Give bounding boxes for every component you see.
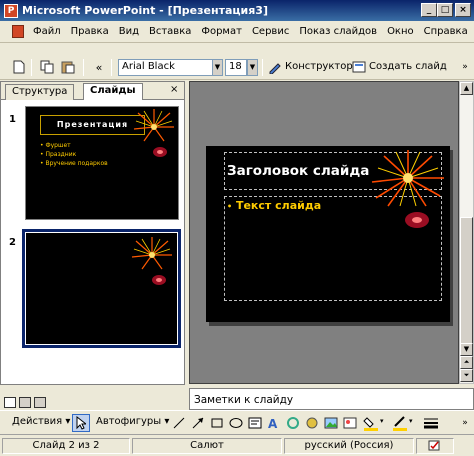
thumbnail-bullets: • Фуршет • Праздник • Вручение подарков: [40, 141, 108, 168]
menu-slideshow[interactable]: Показ слайдов: [294, 26, 382, 37]
firework-image: [133, 109, 174, 142]
glow-image: [153, 147, 167, 157]
toolbar-separator: [83, 59, 84, 76]
menu-view[interactable]: Вид: [114, 26, 144, 37]
svg-text:A: A: [268, 417, 278, 430]
list-item: • Фуршет: [40, 142, 71, 149]
rectangle-icon[interactable]: [208, 414, 226, 432]
autoshapes-menu[interactable]: Автофигуры ▾: [96, 416, 169, 427]
tab-outline[interactable]: Структура: [5, 84, 75, 100]
slide-number: 1: [9, 114, 16, 125]
line-icon[interactable]: [170, 414, 188, 432]
notes-field[interactable]: Заметки к слайду: [189, 388, 474, 410]
toolbar-separator: [262, 59, 263, 76]
language-indicator: русский (Россия): [284, 438, 414, 454]
formatting-toolbar: « Arial Black ▼ 18 ▼ Конструктор Создать…: [0, 55, 474, 80]
textbox-icon[interactable]: [246, 414, 264, 432]
pane-tabs: Структура Слайды ×: [1, 82, 184, 100]
line-style-icon[interactable]: [422, 414, 440, 432]
chevron-down-icon[interactable]: ▼: [212, 59, 223, 76]
normal-view-icon[interactable]: [4, 397, 16, 408]
menu-file[interactable]: Файл: [28, 26, 66, 37]
spelling-icon[interactable]: [416, 438, 454, 454]
document-icon[interactable]: [12, 25, 24, 38]
font-size-select[interactable]: 18: [225, 59, 247, 76]
window-title: Microsoft PowerPoint - [Презентация3]: [22, 4, 268, 17]
new-document-icon[interactable]: [10, 58, 28, 76]
new-slide-icon[interactable]: [350, 58, 368, 76]
slide-thumbnail-2[interactable]: [26, 233, 177, 344]
designer-icon[interactable]: [266, 58, 284, 76]
glow-image: [152, 275, 166, 285]
slideshow-icon[interactable]: [34, 397, 46, 408]
next-slide-icon[interactable]: ⏷: [460, 369, 473, 382]
maximize-button[interactable]: □: [437, 3, 453, 17]
diagram-icon[interactable]: [284, 414, 302, 432]
bullet-icon: •: [227, 202, 233, 211]
chevron-left-icon[interactable]: «: [90, 58, 108, 76]
firework-image: [131, 237, 172, 270]
actions-menu[interactable]: Действия ▾: [12, 416, 70, 427]
picture-icon[interactable]: [322, 414, 340, 432]
powerpoint-app-icon[interactable]: P: [4, 3, 18, 18]
toolbar-options-icon[interactable]: »: [456, 58, 474, 76]
slide-counter: Слайд 2 из 2: [2, 438, 130, 454]
close-button[interactable]: ×: [455, 3, 471, 17]
toolbar-options-icon[interactable]: »: [456, 414, 474, 432]
current-slide[interactable]: Заголовок слайда • Текст слайда: [206, 146, 450, 322]
image-icon[interactable]: [341, 414, 359, 432]
scroll-up-icon[interactable]: ▲: [460, 82, 473, 95]
designer-button[interactable]: Конструктор: [285, 61, 353, 72]
slide-editor: Заголовок слайда • Текст слайда: [189, 81, 459, 384]
title-bar: P Microsoft PowerPoint - [Презентация3] …: [0, 0, 474, 21]
menu-bar: Файл Правка Вид Вставка Формат Сервис По…: [0, 21, 474, 43]
toolbar-separator: [111, 59, 112, 76]
firework-image: [371, 150, 444, 207]
arrow-icon[interactable]: [189, 414, 207, 432]
scroll-down-icon[interactable]: ▼: [460, 343, 473, 356]
close-pane-icon[interactable]: ×: [170, 84, 178, 95]
new-slide-button[interactable]: Создать слайд: [369, 61, 447, 72]
slides-pane: Структура Слайды × 1 Презентация • Фурше…: [0, 81, 185, 385]
menu-help[interactable]: Справка: [419, 26, 473, 37]
wordart-icon[interactable]: A: [265, 414, 283, 432]
view-buttons: [4, 397, 64, 409]
copy-icon[interactable]: [38, 58, 56, 76]
chevron-down-icon[interactable]: ▼: [247, 59, 258, 76]
clipart-icon[interactable]: [303, 414, 321, 432]
minimize-button[interactable]: _: [421, 3, 437, 17]
design-name: Салют: [132, 438, 282, 454]
tab-slides[interactable]: Слайды: [83, 83, 143, 100]
scrollbar-thumb[interactable]: [460, 217, 473, 347]
oval-icon[interactable]: [227, 414, 245, 432]
slide-sorter-icon[interactable]: [19, 397, 31, 408]
paste-icon[interactable]: [59, 58, 77, 76]
line-color-icon[interactable]: [391, 414, 409, 432]
fill-color-icon[interactable]: [362, 414, 380, 432]
select-cursor-icon[interactable]: [72, 414, 90, 432]
line-color-dropdown[interactable]: ▾: [409, 417, 413, 425]
list-item: • Вручение подарков: [40, 160, 108, 167]
menu-tools[interactable]: Сервис: [247, 26, 294, 37]
menu-edit[interactable]: Правка: [66, 26, 114, 37]
menu-format[interactable]: Формат: [196, 26, 247, 37]
menu-insert[interactable]: Вставка: [144, 26, 196, 37]
drawing-toolbar: Действия ▾ Автофигуры ▾ A ▾ ▾ »: [0, 410, 474, 433]
toolbar-separator: [31, 59, 32, 76]
fill-color-dropdown[interactable]: ▾: [380, 417, 384, 425]
slide-thumbnail-1[interactable]: Презентация • Фуршет • Праздник • Вручен…: [25, 106, 179, 220]
glow-image: [405, 212, 429, 228]
menu-window[interactable]: Окно: [382, 26, 419, 37]
list-item: • Праздник: [40, 151, 77, 158]
previous-slide-icon[interactable]: ⏶: [460, 356, 473, 369]
status-bar: Слайд 2 из 2 Салют русский (Россия): [0, 434, 474, 456]
slide-number: 2: [9, 237, 16, 248]
font-name-select[interactable]: Arial Black: [118, 59, 213, 76]
vertical-scrollbar[interactable]: ▲ ▼ ⏶ ⏷: [459, 81, 474, 384]
